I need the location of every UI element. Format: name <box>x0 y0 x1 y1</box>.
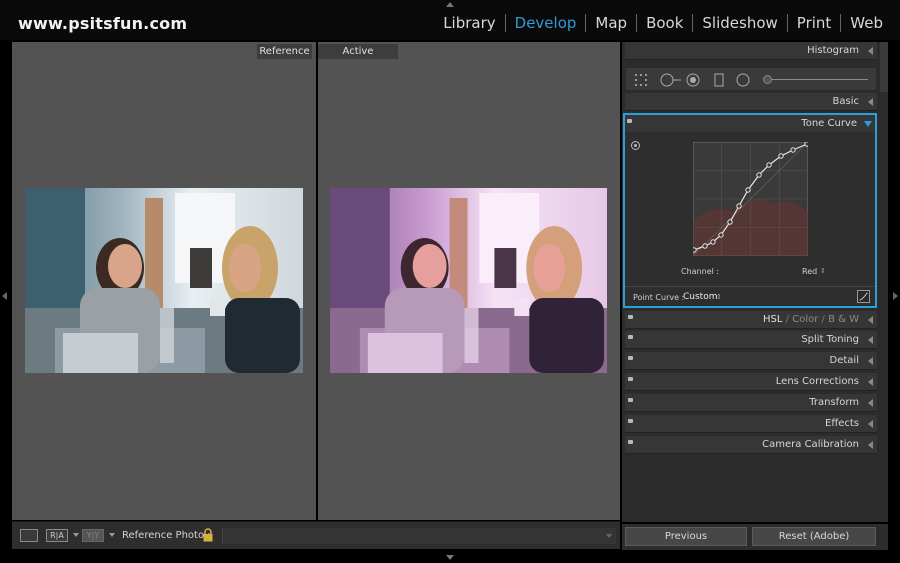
camera-calibration-collapse-icon[interactable] <box>868 441 873 449</box>
active-label: Active <box>318 44 398 59</box>
tool-strip <box>625 67 877 91</box>
tone-curve-title: Tone Curve <box>801 118 857 129</box>
crop-grid-icon[interactable] <box>634 73 650 87</box>
compare-viewer: Reference Active <box>12 42 620 520</box>
lens-corrections-collapse-icon[interactable] <box>868 378 873 386</box>
targeted-adjustment-icon[interactable] <box>631 141 640 150</box>
detail-switch[interactable] <box>628 356 633 360</box>
channel-updown-icon[interactable]: ⇕ <box>820 267 826 275</box>
lock-icon[interactable] <box>203 528 213 542</box>
tone-curve-expand-icon[interactable] <box>864 121 872 127</box>
panel-buttons: Previous Reset (Adobe) <box>622 524 888 550</box>
reference-photo-image <box>25 188 303 373</box>
module-map[interactable]: Map <box>586 14 636 32</box>
split-toning-title: Split Toning <box>801 334 859 345</box>
basic-collapse-icon[interactable] <box>868 98 873 106</box>
channel-label: Channel : <box>681 267 720 276</box>
collapse-top-arrow-icon[interactable] <box>446 2 454 7</box>
tone-curve-header[interactable]: Tone Curve <box>625 115 875 132</box>
right-panel-scrollbar[interactable] <box>880 42 888 92</box>
color-tab[interactable]: Color <box>792 314 818 325</box>
detail-collapse-icon[interactable] <box>868 357 873 365</box>
effects-switch[interactable] <box>628 419 633 423</box>
basic-title: Basic <box>832 96 859 107</box>
toolbar-dropdown-icon[interactable] <box>606 534 612 538</box>
lens-corrections-switch[interactable] <box>628 377 633 381</box>
histogram-header[interactable]: Histogram <box>625 42 877 60</box>
active-photo <box>330 188 607 373</box>
basic-header[interactable]: Basic <box>625 93 877 111</box>
reference-photo-label: Reference Photo : <box>122 530 211 541</box>
top-bar: www.psitsfun.com Library Develop Map Boo… <box>0 0 900 40</box>
hsl-title: HSL / Color / B & W <box>763 314 859 325</box>
tool-slider-track[interactable] <box>768 79 868 80</box>
point-curve-select[interactable]: Custom <box>683 292 717 302</box>
tone-curve-panel: Tone Curve Channel : Red ⇕ Point Curve :… <box>623 113 877 308</box>
hsl-panel-switch[interactable] <box>628 315 633 319</box>
bw-tab[interactable]: B & W <box>828 314 859 325</box>
active-photo-image <box>330 188 607 373</box>
loupe-view-button[interactable] <box>20 529 38 542</box>
lens-corrections-header[interactable]: Lens Corrections <box>625 373 877 391</box>
reference-photo <box>25 188 303 373</box>
yy-dropdown-icon[interactable] <box>109 533 115 537</box>
module-slideshow[interactable]: Slideshow <box>693 14 786 32</box>
channel-select[interactable]: Red <box>802 267 817 276</box>
module-book[interactable]: Book <box>637 14 692 32</box>
active-pane[interactable]: Active <box>318 42 620 520</box>
hsl-tab[interactable]: HSL <box>763 314 782 325</box>
histogram-collapse-icon[interactable] <box>868 47 873 55</box>
point-curve-updown-icon[interactable]: ⇕ <box>716 293 722 301</box>
ra-dropdown-icon[interactable] <box>73 533 79 537</box>
left-panel-toggle-icon[interactable] <box>2 292 7 300</box>
transform-title: Transform <box>809 397 859 408</box>
reference-active-view-button[interactable]: R|A <box>46 529 68 542</box>
effects-collapse-icon[interactable] <box>868 420 873 428</box>
detail-header[interactable]: Detail <box>625 352 877 370</box>
spot-removal-icon[interactable] <box>660 73 682 87</box>
module-web[interactable]: Web <box>841 14 892 32</box>
detail-title: Detail <box>829 355 859 366</box>
transform-collapse-icon[interactable] <box>868 399 873 407</box>
adjustment-brush-knob[interactable] <box>763 75 772 84</box>
previous-button[interactable]: Previous <box>625 527 747 546</box>
module-library[interactable]: Library <box>434 14 504 32</box>
point-curve-label: Point Curve : <box>633 293 685 302</box>
camera-calibration-title: Camera Calibration <box>762 439 859 450</box>
tone-curve-switch[interactable] <box>627 119 632 123</box>
lens-corrections-title: Lens Corrections <box>775 376 859 387</box>
reference-pane[interactable]: Reference <box>12 42 316 520</box>
camera-calibration-switch[interactable] <box>628 440 633 444</box>
module-picker: Library Develop Map Book Slideshow Print… <box>434 14 892 32</box>
effects-header[interactable]: Effects <box>625 415 877 433</box>
transform-switch[interactable] <box>628 398 633 402</box>
point-curve-row: Point Curve : Custom ⇕ <box>625 286 875 305</box>
reference-label: Reference <box>257 44 312 59</box>
effects-title: Effects <box>825 418 859 429</box>
before-after-view-button[interactable]: Y|Y <box>82 529 104 542</box>
split-toning-switch[interactable] <box>628 335 633 339</box>
right-panel-toggle-icon[interactable] <box>893 292 898 300</box>
module-print[interactable]: Print <box>788 14 841 32</box>
module-develop[interactable]: Develop <box>506 14 586 32</box>
hsl-collapse-icon[interactable] <box>868 316 873 324</box>
reference-photo-field[interactable] <box>222 528 616 544</box>
brand-identity-plate: www.psitsfun.com <box>18 14 188 33</box>
hsl-header[interactable]: HSL / Color / B & W <box>625 311 877 329</box>
histogram-title: Histogram <box>807 45 859 56</box>
reset-button[interactable]: Reset (Adobe) <box>752 527 876 546</box>
transform-header[interactable]: Transform <box>625 394 877 412</box>
split-toning-collapse-icon[interactable] <box>868 336 873 344</box>
red-eye-icon[interactable] <box>686 73 700 87</box>
camera-calibration-header[interactable]: Camera Calibration <box>625 436 877 454</box>
bottom-toolbar: R|A Y|Y Reference Photo : <box>12 521 620 549</box>
radial-filter-icon[interactable] <box>736 73 750 87</box>
graduated-filter-icon[interactable] <box>714 73 724 87</box>
tone-curve-graph[interactable] <box>693 142 808 256</box>
collapse-bottom-arrow-icon[interactable] <box>446 555 454 560</box>
split-toning-header[interactable]: Split Toning <box>625 331 877 349</box>
edit-point-curve-icon[interactable] <box>857 290 870 303</box>
